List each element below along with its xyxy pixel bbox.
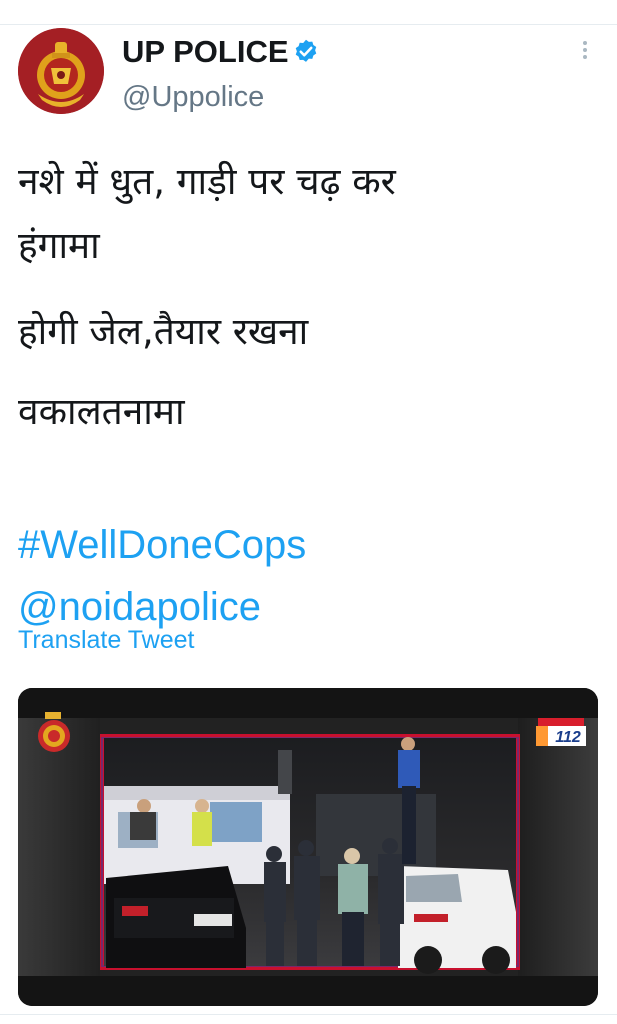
tweet-text-line: नशे में धुत, गाड़ी पर चढ़ कर <box>18 160 396 203</box>
tweet-text-line: वकालतनामा <box>18 390 185 433</box>
translate-tweet-link[interactable]: Translate Tweet <box>18 622 194 658</box>
dial-112-badge-icon: 112 <box>536 718 586 746</box>
profile-avatar[interactable] <box>18 28 104 114</box>
video-thumbnail: 112 <box>18 688 598 1006</box>
top-divider <box>0 24 617 25</box>
verified-badge-icon <box>295 39 317 62</box>
tweet-text: नशे में धुत, गाड़ी पर चढ़ कर हंगामा होगी… <box>18 142 608 638</box>
tweet-text-line: होगी जेल,तैयार रखना <box>18 310 309 353</box>
more-options-icon[interactable] <box>574 38 596 68</box>
display-name[interactable]: UP POLICE <box>122 32 289 72</box>
user-handle[interactable]: @Uppolice <box>122 79 264 115</box>
video-media[interactable]: 112 <box>18 688 598 1006</box>
tweet-text-line: हंगामा <box>18 224 100 267</box>
up-police-logo-icon <box>18 28 104 114</box>
hashtag-link[interactable]: #WellDoneCops <box>18 514 608 576</box>
bottom-divider <box>0 1014 617 1015</box>
dial-112-label: 112 <box>555 729 581 746</box>
